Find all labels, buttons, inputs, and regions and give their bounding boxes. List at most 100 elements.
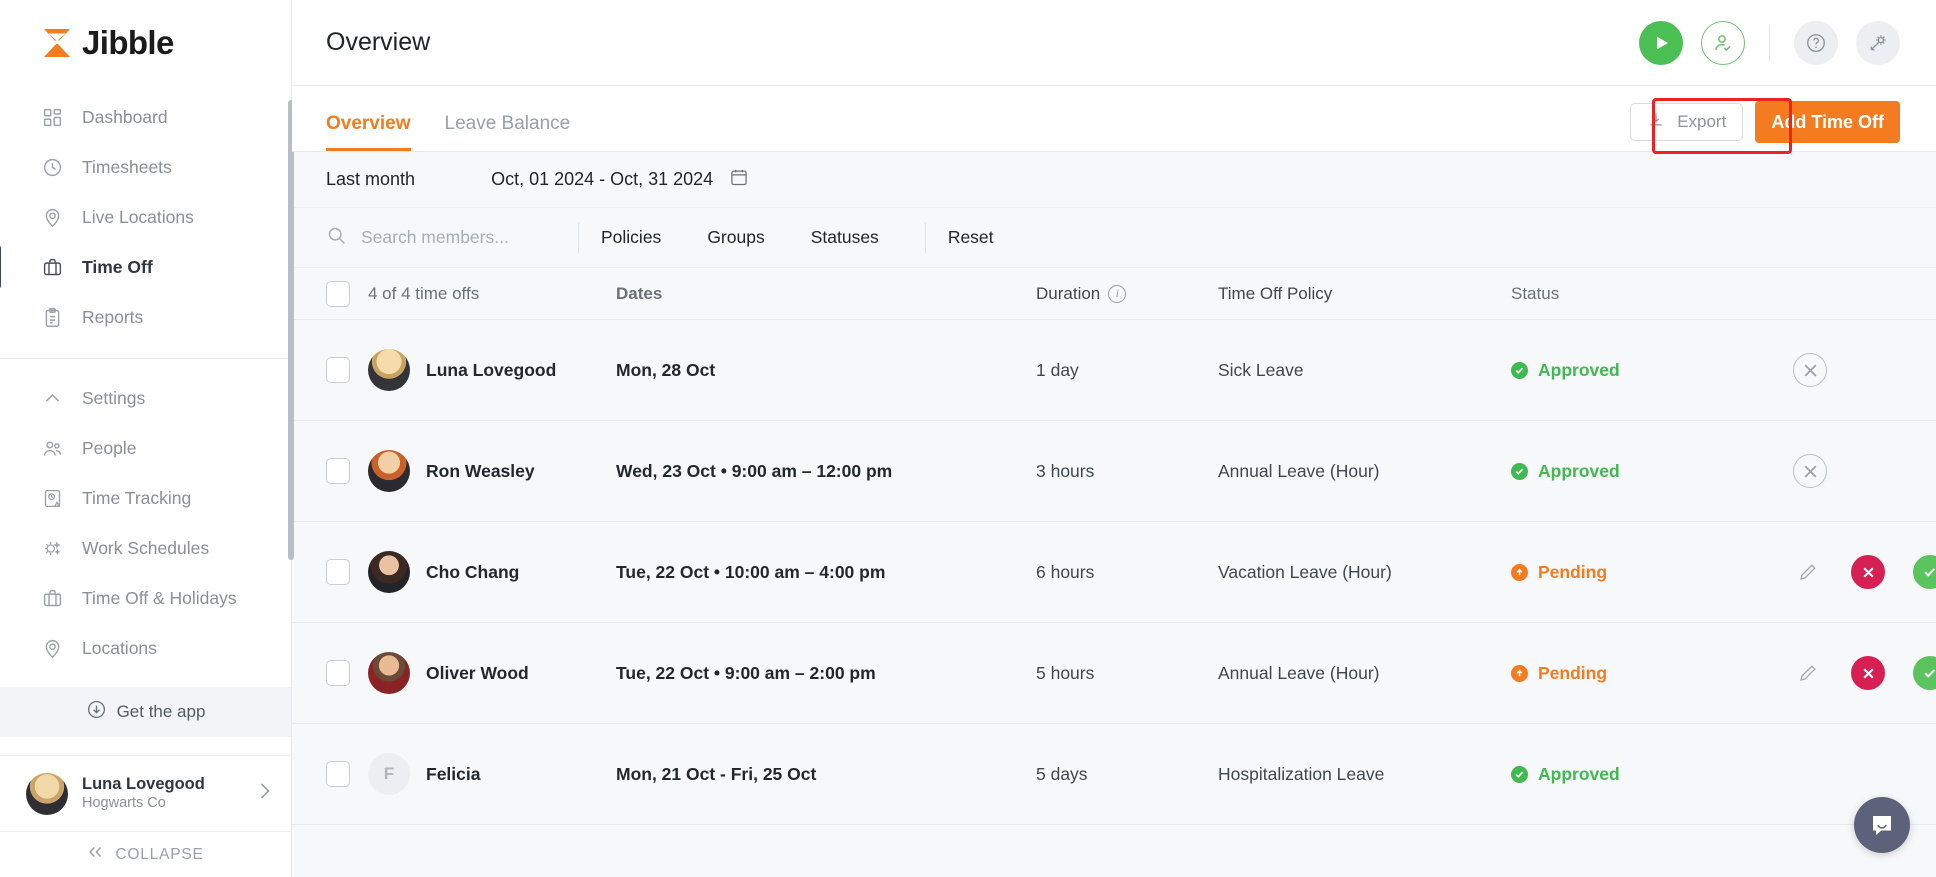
table-row[interactable]: Ron Weasley Wed, 23 Oct • 9:00 am – 12:0… (292, 421, 1936, 522)
date-range-picker[interactable]: Oct, 01 2024 - Oct, 31 2024 (491, 167, 749, 192)
column-header-status: Status (1511, 283, 1560, 303)
export-label: Export (1677, 112, 1727, 131)
calendar-icon (729, 167, 749, 192)
cancel-circle-icon[interactable] (1793, 353, 1827, 387)
export-button[interactable]: Export (1630, 103, 1744, 141)
row-checkbox[interactable] (326, 660, 350, 686)
period-dropdown[interactable]: Last month (326, 169, 437, 190)
info-icon[interactable]: i (1108, 284, 1127, 303)
policy-cell: Annual Leave (Hour) (1218, 460, 1380, 481)
sidebar-item-locations[interactable]: Locations (0, 623, 291, 673)
sidebar-item-label: Reports (82, 306, 144, 327)
topbar-divider (1769, 24, 1770, 61)
sidebar-user-org: Hogwarts Co (82, 795, 166, 812)
cancel-circle-icon[interactable] (1793, 454, 1827, 488)
sidebar-user-name: Luna Lovegood (82, 774, 205, 793)
dates-cell: Tue, 22 Oct • 10:00 am – 4:00 pm (616, 561, 886, 582)
tab-leave-balance[interactable]: Leave Balance (445, 113, 571, 151)
status-badge: Approved (1511, 461, 1781, 482)
reject-icon[interactable] (1851, 656, 1885, 690)
sidebar-item-label: Dashboard (82, 106, 168, 127)
period-label: Last month (326, 169, 416, 189)
table-row[interactable]: Cho Chang Tue, 22 Oct • 10:00 am – 4:00 … (292, 522, 1936, 623)
status-label: Pending (1538, 561, 1608, 582)
sidebar-item-label: Settings (82, 387, 146, 408)
table-row[interactable]: F Felicia Mon, 21 Oct - Fri, 25 Oct 5 da… (292, 724, 1936, 825)
sidebar-item-work-schedules[interactable]: Work Schedules (0, 523, 291, 573)
chevron-right-icon (258, 781, 271, 807)
tabs: Overview Leave Balance (326, 113, 570, 151)
app-root: Jibble Dashboard Timesheets Live Locatio… (0, 0, 1936, 877)
search-input[interactable] (361, 227, 541, 248)
sidebar-divider (0, 358, 291, 359)
tabs-actions: Export Add Time Off (1630, 101, 1900, 151)
row-actions (1781, 454, 1936, 488)
row-checkbox[interactable] (326, 559, 350, 585)
status-label: Approved (1538, 359, 1620, 380)
sidebar-item-live-locations[interactable]: Live Locations (0, 192, 291, 242)
collapse-sidebar-button[interactable]: COLLAPSE (0, 831, 291, 877)
status-label: Approved (1538, 460, 1620, 481)
dates-cell: Mon, 28 Oct (616, 359, 716, 380)
edit-pencil-icon[interactable] (1793, 557, 1823, 587)
table-row[interactable]: Luna Lovegood Mon, 28 Oct 1 day Sick Lea… (292, 320, 1936, 421)
sidebar-item-time-off[interactable]: Time Off (0, 242, 291, 292)
check-circle-icon (1511, 765, 1528, 783)
location-pin-icon (40, 205, 64, 229)
sidebar-item-timesheets[interactable]: Timesheets (0, 142, 291, 192)
row-select-cell (292, 660, 368, 686)
sidebar-item-time-off-holidays[interactable]: Time Off & Holidays (0, 573, 291, 623)
sidebar-item-people[interactable]: People (0, 423, 291, 473)
dates-cell: Mon, 21 Oct - Fri, 25 Oct (616, 763, 817, 784)
policy-cell: Sick Leave (1218, 359, 1304, 380)
sidebar-user-row[interactable]: Luna Lovegood Hogwarts Co (0, 755, 291, 831)
reset-filters-button[interactable]: Reset (948, 227, 994, 248)
status-badge: Pending (1511, 663, 1781, 684)
sidebar-item-time-tracking[interactable]: Time Tracking (0, 473, 291, 523)
row-checkbox[interactable] (326, 458, 350, 484)
duration-label: Duration (1036, 283, 1101, 303)
edit-pencil-icon[interactable] (1793, 658, 1823, 688)
row-checkbox[interactable] (326, 357, 350, 383)
member-cell: Ron Weasley (368, 450, 616, 492)
add-time-off-button[interactable]: Add Time Off (1755, 101, 1900, 143)
tabs-bar: Overview Leave Balance Export Add Time O… (292, 86, 1936, 152)
reject-icon[interactable] (1851, 555, 1885, 589)
clock-icon (40, 155, 64, 179)
sidebar-footer: Luna Lovegood Hogwarts Co COLLAPSE (0, 755, 291, 877)
logo[interactable]: Jibble (0, 0, 291, 86)
sidebar-item-dashboard[interactable]: Dashboard (0, 92, 291, 142)
play-icon[interactable] (1639, 20, 1683, 65)
filter-bar: Policies Groups Statuses Reset (292, 208, 1936, 268)
select-all-checkbox[interactable] (326, 280, 350, 307)
chevrons-left-icon (87, 845, 105, 864)
status-badge: Approved (1511, 360, 1781, 381)
table-row[interactable]: Oliver Wood Tue, 22 Oct • 9:00 am – 2:00… (292, 623, 1936, 724)
sidebar-item-label: People (82, 437, 137, 458)
get-the-app-button[interactable]: Get the app (0, 687, 291, 737)
person-check-icon[interactable] (1701, 20, 1745, 65)
page-title: Overview (326, 28, 431, 56)
chat-bubble-icon[interactable] (1854, 797, 1910, 853)
row-checkbox[interactable] (326, 761, 350, 787)
tab-overview[interactable]: Overview (326, 113, 411, 151)
sidebar-item-settings[interactable]: Settings (0, 373, 291, 423)
policies-filter[interactable]: Policies (601, 227, 683, 248)
statuses-filter[interactable]: Statuses (811, 227, 901, 248)
time-tracking-icon (40, 486, 64, 510)
member-cell: Cho Chang (368, 551, 616, 593)
sidebar-item-reports[interactable]: Reports (0, 292, 291, 342)
sidebar-scrollbar[interactable] (288, 100, 294, 560)
help-icon[interactable] (1794, 20, 1838, 65)
row-actions (1781, 656, 1936, 690)
search-box[interactable] (326, 225, 556, 251)
groups-filter[interactable]: Groups (707, 227, 786, 248)
briefcase-icon (40, 586, 64, 610)
download-circle-icon (86, 699, 107, 725)
settings-gear-icon[interactable] (1856, 20, 1900, 65)
sidebar-item-label: Locations (82, 637, 157, 658)
approve-icon[interactable] (1913, 656, 1936, 690)
download-icon (1647, 111, 1665, 134)
member-cell: Luna Lovegood (368, 349, 616, 391)
approve-icon[interactable] (1913, 555, 1936, 589)
